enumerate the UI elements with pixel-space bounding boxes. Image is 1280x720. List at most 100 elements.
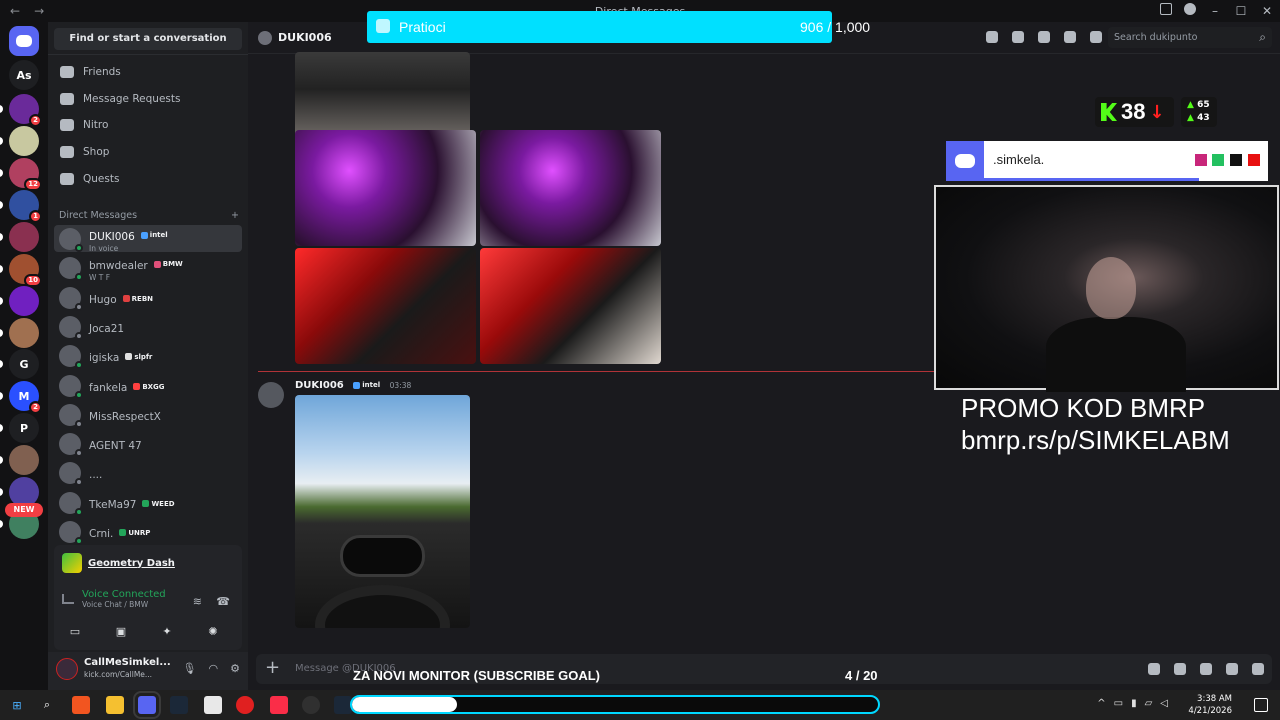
- emoji-icon[interactable]: [1226, 663, 1238, 675]
- soundboard-button[interactable]: ✺: [194, 621, 232, 641]
- nav-message-requests[interactable]: Message Requests: [56, 87, 244, 111]
- server-icon[interactable]: [0, 445, 39, 475]
- server-icon[interactable]: [9, 26, 39, 56]
- microphone-icon[interactable]: 🎙: [183, 662, 197, 675]
- server-icon[interactable]: G: [0, 349, 39, 379]
- server-icon[interactable]: 12: [0, 158, 42, 191]
- nav-nitro[interactable]: Nitro: [56, 113, 244, 137]
- image-attachment[interactable]: [295, 130, 476, 246]
- pinned-messages-icon[interactable]: [1038, 31, 1050, 43]
- screen-share-button[interactable]: ▣: [102, 621, 140, 641]
- nav-label: Shop: [83, 146, 110, 158]
- notification-icon[interactable]: [1254, 698, 1268, 712]
- server-icon[interactable]: [0, 318, 39, 348]
- chevron-up-icon[interactable]: ^: [1097, 698, 1105, 709]
- image-attachment[interactable]: [295, 395, 470, 628]
- steam-icon[interactable]: [170, 696, 188, 714]
- recipient-avatar[interactable]: [258, 30, 272, 45]
- search-icon[interactable]: ⌕: [38, 696, 56, 714]
- server-icon[interactable]: M2: [0, 381, 42, 414]
- video-call-icon[interactable]: [1012, 31, 1024, 43]
- app-tray-icon[interactable]: ▭: [1114, 698, 1123, 709]
- obs-icon[interactable]: [302, 696, 320, 714]
- image-attachment[interactable]: [480, 248, 661, 364]
- gif-icon[interactable]: [1174, 663, 1186, 675]
- tag-label: slpfr: [134, 352, 153, 361]
- music-icon[interactable]: [270, 696, 288, 714]
- dm-list-item[interactable]: DUKI006 intel In voice: [54, 225, 242, 253]
- avatar: [59, 403, 83, 428]
- server-icon[interactable]: 10: [0, 254, 42, 287]
- server-icon[interactable]: [0, 222, 39, 252]
- image-attachment[interactable]: [295, 248, 476, 364]
- dm-list-item[interactable]: Crni. UNRP: [54, 518, 242, 545]
- find-conversation-button[interactable]: Find or start a conversation: [54, 28, 242, 50]
- nav-quests[interactable]: Quests: [56, 167, 244, 191]
- maximize-button[interactable]: ☐: [1228, 4, 1254, 18]
- file-explorer-icon[interactable]: [106, 696, 124, 714]
- user-profile-icon[interactable]: [1090, 31, 1102, 43]
- nav-friends[interactable]: Friends: [56, 60, 244, 84]
- document-icon[interactable]: [204, 696, 222, 714]
- dm-list-item[interactable]: AGENT 47: [54, 430, 242, 457]
- dm-list-item[interactable]: igiska slpfr: [54, 342, 242, 369]
- help-icon[interactable]: [1184, 3, 1196, 15]
- nav-shop[interactable]: Shop: [56, 140, 244, 164]
- avatar[interactable]: [56, 658, 78, 680]
- activities-button[interactable]: ✦: [148, 621, 186, 641]
- voice-channel-label[interactable]: Voice Chat / BMW: [82, 600, 166, 609]
- message-author[interactable]: DUKI006: [295, 380, 344, 391]
- dm-list-item[interactable]: fankela BXGG: [54, 372, 242, 399]
- add-friends-icon[interactable]: [1064, 31, 1076, 43]
- settings-gear-icon[interactable]: ⚙: [230, 662, 240, 675]
- mail-icon: [60, 93, 74, 105]
- voice-connected-label[interactable]: Voice Connected: [82, 589, 166, 600]
- server-icon[interactable]: [0, 126, 39, 156]
- dm-list-item[interactable]: bmwdealer BMW W T F: [54, 254, 242, 282]
- attach-plus-icon[interactable]: +: [265, 657, 280, 678]
- volume-icon[interactable]: ◁: [1160, 698, 1168, 709]
- search-input[interactable]: Search dukipunto: [1108, 27, 1272, 48]
- recipient-name[interactable]: DUKI006: [278, 31, 332, 44]
- server-icon[interactable]: As: [9, 60, 39, 90]
- game-name[interactable]: Geometry Dash: [88, 558, 175, 569]
- server-icon[interactable]: P: [0, 413, 39, 443]
- message-avatar[interactable]: [258, 382, 284, 408]
- image-attachment[interactable]: [480, 130, 661, 246]
- clock[interactable]: 3:38 AM 4/21/2026: [1188, 693, 1232, 717]
- brave-browser-icon[interactable]: [72, 696, 90, 714]
- dm-list-item[interactable]: Hugo REBN: [54, 284, 242, 311]
- dm-substatus: W T F: [89, 272, 111, 282]
- discord-icon[interactable]: [133, 691, 161, 719]
- headphones-icon[interactable]: ◠: [209, 662, 219, 675]
- disconnect-icon[interactable]: ☎: [216, 595, 230, 608]
- server-icon[interactable]: 2: [0, 94, 42, 127]
- promo-line-2: bmrp.rs/p/SIMKELABM: [961, 425, 1230, 455]
- close-button[interactable]: ✕: [1254, 4, 1280, 18]
- media-player-icon[interactable]: [236, 696, 254, 714]
- server-icon[interactable]: 1: [0, 190, 42, 223]
- network-icon[interactable]: ▱: [1145, 698, 1153, 709]
- server-icon[interactable]: [0, 286, 39, 316]
- create-dm-button[interactable]: +: [231, 210, 239, 221]
- sticker-icon[interactable]: [1200, 663, 1212, 675]
- divider: [48, 54, 248, 55]
- gift-icon[interactable]: [1148, 663, 1160, 675]
- dm-list-item[interactable]: ....: [54, 459, 242, 486]
- inbox-icon[interactable]: [1160, 3, 1172, 15]
- noise-suppression-icon[interactable]: ≋: [193, 595, 202, 608]
- username[interactable]: CallMeSimkel...: [84, 657, 171, 668]
- dm-list-item[interactable]: TkeMa97 WEED: [54, 489, 242, 516]
- microphone-tray-icon[interactable]: ▮: [1131, 698, 1137, 709]
- camera-off-button[interactable]: ▭: [56, 621, 94, 641]
- windows-start-icon[interactable]: ⊞: [8, 696, 26, 714]
- person-icon: ▲: [1187, 113, 1194, 123]
- dm-list-item[interactable]: Joca21: [54, 313, 242, 340]
- apps-icon[interactable]: [1252, 663, 1264, 675]
- dm-text: MissRespectX: [89, 405, 161, 424]
- color-swatch: [1230, 154, 1242, 166]
- minimize-button[interactable]: –: [1202, 4, 1228, 18]
- voice-call-icon[interactable]: [986, 31, 998, 43]
- tag-icon: [125, 353, 133, 360]
- dm-list-item[interactable]: MissRespectX: [54, 401, 242, 428]
